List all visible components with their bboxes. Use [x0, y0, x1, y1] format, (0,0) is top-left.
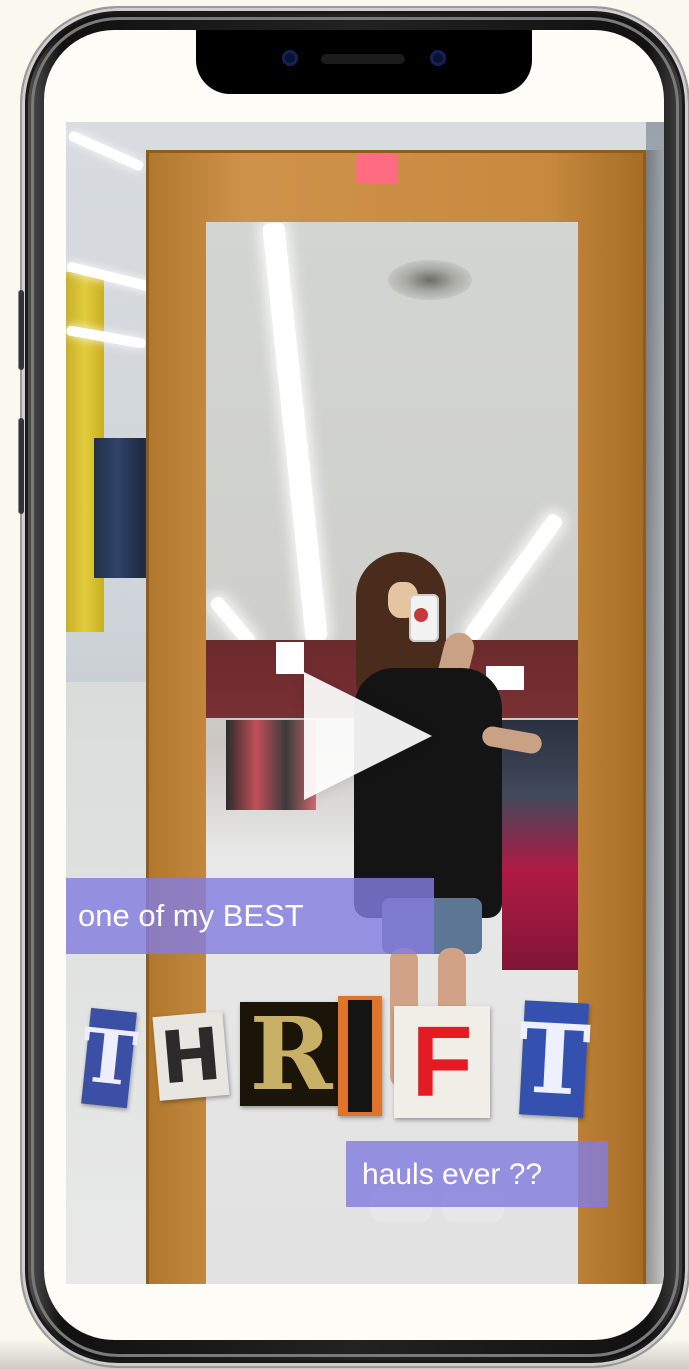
- speaker-grille: [321, 54, 405, 64]
- reflected-clothes-rack: [226, 720, 316, 810]
- caption-text: one of my BEST: [78, 898, 304, 933]
- ceiling-vent: [388, 260, 472, 300]
- store-sign: [276, 642, 304, 674]
- caption-line-1: one of my BEST: [66, 878, 434, 954]
- phone-popsocket: [414, 608, 428, 622]
- letter-text: R: [249, 995, 333, 1113]
- caption-text: hauls ever ??: [362, 1158, 543, 1191]
- frame-tag: [356, 154, 398, 184]
- phone-notch: [196, 30, 532, 94]
- play-icon[interactable]: [304, 672, 432, 800]
- letter-text: F: [411, 1005, 473, 1118]
- letter-text: T: [515, 1000, 593, 1118]
- letter-i-bar: [348, 1000, 372, 1112]
- caption-line-3: hauls ever ??: [346, 1141, 608, 1207]
- sensor-icon: [430, 50, 446, 66]
- video-player[interactable]: one of my BEST T H R F T hauls ever ??: [66, 122, 664, 1284]
- ransom-letter-h: H: [152, 1011, 230, 1101]
- ransom-letter-r: R: [240, 995, 342, 1113]
- ceiling-light: [67, 130, 145, 172]
- ransom-letter-t: T: [77, 1007, 141, 1109]
- phone-screen: one of my BEST T H R F T hauls ever ??: [44, 30, 664, 1340]
- volume-down-button: [18, 418, 24, 514]
- reflected-light: [262, 222, 328, 642]
- ransom-letter-i: [338, 996, 382, 1116]
- ransom-letter-f: F: [394, 1006, 490, 1118]
- ransom-letter-t2: T: [515, 1000, 593, 1118]
- reflected-light: [463, 511, 565, 643]
- letter-text: H: [157, 1011, 225, 1101]
- letter-text: T: [77, 1012, 141, 1104]
- frame-shadow: [646, 150, 664, 1284]
- volume-up-button: [18, 290, 24, 370]
- hanging-clothes: [502, 720, 578, 970]
- front-camera-icon: [282, 50, 298, 66]
